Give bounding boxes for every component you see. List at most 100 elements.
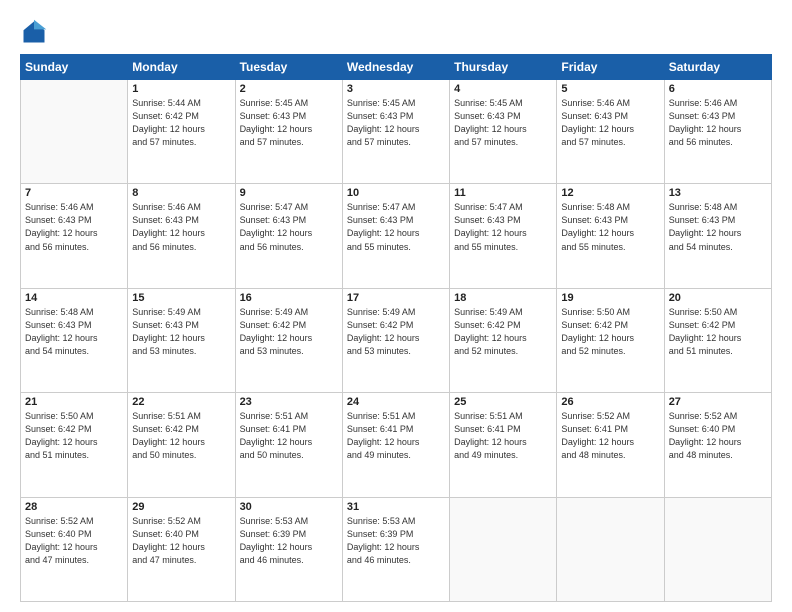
calendar-cell: 29 Sunrise: 5:52 AM Sunset: 6:40 PM Dayli… <box>128 497 235 601</box>
calendar-row-1: 7 Sunrise: 5:46 AM Sunset: 6:43 PM Daylig… <box>21 184 772 288</box>
day-number: 24 <box>347 396 445 408</box>
calendar-cell: 28 Sunrise: 5:52 AM Sunset: 6:40 PM Dayli… <box>21 497 128 601</box>
day-info: Sunrise: 5:51 AM Sunset: 6:42 PM Dayligh… <box>132 410 230 462</box>
day-number: 10 <box>347 187 445 199</box>
calendar-cell: 22Sunrise: 5:51 AM Sunset: 6:42 PM Dayli… <box>128 393 235 497</box>
calendar-body: 1 Sunrise: 5:44 AM Sunset: 6:42 PM Daylig… <box>21 80 772 602</box>
day-info: Sunrise: 5:48 AM Sunset: 6:43 PM Dayligh… <box>561 201 659 253</box>
logo <box>20 18 52 46</box>
calendar-row-4: 28 Sunrise: 5:52 AM Sunset: 6:40 PM Dayli… <box>21 497 772 601</box>
calendar-cell: 5Sunrise: 5:46 AM Sunset: 6:43 PM Daylig… <box>557 80 664 184</box>
calendar-cell: 20Sunrise: 5:50 AM Sunset: 6:42 PM Dayli… <box>664 288 771 392</box>
day-info: Sunrise: 5:49 AM Sunset: 6:42 PM Dayligh… <box>454 306 552 358</box>
header-row: SundayMondayTuesdayWednesdayThursdayFrid… <box>21 55 772 80</box>
calendar-cell: 18 Sunrise: 5:49 AM Sunset: 6:42 PM Dayli… <box>450 288 557 392</box>
calendar-cell: 27 Sunrise: 5:52 AM Sunset: 6:40 PM Dayli… <box>664 393 771 497</box>
calendar-cell: 8 Sunrise: 5:46 AM Sunset: 6:43 PM Daylig… <box>128 184 235 288</box>
day-number: 6 <box>669 83 767 95</box>
day-info: Sunrise: 5:44 AM Sunset: 6:42 PM Dayligh… <box>132 97 230 149</box>
day-number: 21 <box>25 396 123 408</box>
calendar-cell: 25 Sunrise: 5:51 AM Sunset: 6:41 PM Dayli… <box>450 393 557 497</box>
day-number: 15 <box>132 292 230 304</box>
calendar-cell: 14 Sunrise: 5:48 AM Sunset: 6:43 PM Dayli… <box>21 288 128 392</box>
calendar-cell: 11Sunrise: 5:47 AM Sunset: 6:43 PM Dayli… <box>450 184 557 288</box>
day-number: 3 <box>347 83 445 95</box>
day-number: 23 <box>240 396 338 408</box>
day-info: Sunrise: 5:52 AM Sunset: 6:40 PM Dayligh… <box>669 410 767 462</box>
day-number: 30 <box>240 501 338 513</box>
calendar-cell <box>664 497 771 601</box>
calendar-cell: 17 Sunrise: 5:49 AM Sunset: 6:42 PM Dayli… <box>342 288 449 392</box>
header-cell-tuesday: Tuesday <box>235 55 342 80</box>
day-number: 16 <box>240 292 338 304</box>
calendar-cell: 4 Sunrise: 5:45 AM Sunset: 6:43 PM Daylig… <box>450 80 557 184</box>
page: SundayMondayTuesdayWednesdayThursdayFrid… <box>0 0 792 612</box>
logo-icon <box>20 18 48 46</box>
day-number: 2 <box>240 83 338 95</box>
header-cell-saturday: Saturday <box>664 55 771 80</box>
day-info: Sunrise: 5:50 AM Sunset: 6:42 PM Dayligh… <box>25 410 123 462</box>
day-number: 9 <box>240 187 338 199</box>
day-info: Sunrise: 5:52 AM Sunset: 6:40 PM Dayligh… <box>25 515 123 567</box>
day-number: 17 <box>347 292 445 304</box>
day-info: Sunrise: 5:51 AM Sunset: 6:41 PM Dayligh… <box>240 410 338 462</box>
day-info: Sunrise: 5:52 AM Sunset: 6:41 PM Dayligh… <box>561 410 659 462</box>
calendar-cell: 6 Sunrise: 5:46 AM Sunset: 6:43 PM Daylig… <box>664 80 771 184</box>
day-number: 4 <box>454 83 552 95</box>
day-info: Sunrise: 5:45 AM Sunset: 6:43 PM Dayligh… <box>240 97 338 149</box>
day-info: Sunrise: 5:47 AM Sunset: 6:43 PM Dayligh… <box>454 201 552 253</box>
calendar-cell: 30 Sunrise: 5:53 AM Sunset: 6:39 PM Dayli… <box>235 497 342 601</box>
day-number: 29 <box>132 501 230 513</box>
calendar-cell: 12Sunrise: 5:48 AM Sunset: 6:43 PM Dayli… <box>557 184 664 288</box>
day-number: 7 <box>25 187 123 199</box>
day-number: 18 <box>454 292 552 304</box>
day-number: 14 <box>25 292 123 304</box>
day-info: Sunrise: 5:47 AM Sunset: 6:43 PM Dayligh… <box>347 201 445 253</box>
calendar-row-3: 21 Sunrise: 5:50 AM Sunset: 6:42 PM Dayli… <box>21 393 772 497</box>
day-info: Sunrise: 5:49 AM Sunset: 6:42 PM Dayligh… <box>347 306 445 358</box>
day-info: Sunrise: 5:45 AM Sunset: 6:43 PM Dayligh… <box>454 97 552 149</box>
calendar-cell: 26 Sunrise: 5:52 AM Sunset: 6:41 PM Dayli… <box>557 393 664 497</box>
day-info: Sunrise: 5:46 AM Sunset: 6:43 PM Dayligh… <box>25 201 123 253</box>
calendar-cell <box>450 497 557 601</box>
day-number: 28 <box>25 501 123 513</box>
calendar-cell <box>557 497 664 601</box>
day-info: Sunrise: 5:46 AM Sunset: 6:43 PM Dayligh… <box>669 97 767 149</box>
calendar-cell: 9Sunrise: 5:47 AM Sunset: 6:43 PM Daylig… <box>235 184 342 288</box>
day-info: Sunrise: 5:49 AM Sunset: 6:43 PM Dayligh… <box>132 306 230 358</box>
day-info: Sunrise: 5:46 AM Sunset: 6:43 PM Dayligh… <box>132 201 230 253</box>
day-info: Sunrise: 5:49 AM Sunset: 6:42 PM Dayligh… <box>240 306 338 358</box>
calendar-cell: 10 Sunrise: 5:47 AM Sunset: 6:43 PM Dayli… <box>342 184 449 288</box>
header-cell-friday: Friday <box>557 55 664 80</box>
calendar-table: SundayMondayTuesdayWednesdayThursdayFrid… <box>20 54 772 602</box>
calendar-cell: 15 Sunrise: 5:49 AM Sunset: 6:43 PM Dayli… <box>128 288 235 392</box>
calendar-cell: 23 Sunrise: 5:51 AM Sunset: 6:41 PM Dayli… <box>235 393 342 497</box>
calendar-cell: 31 Sunrise: 5:53 AM Sunset: 6:39 PM Dayli… <box>342 497 449 601</box>
calendar-cell: 16 Sunrise: 5:49 AM Sunset: 6:42 PM Dayli… <box>235 288 342 392</box>
calendar-cell: 7 Sunrise: 5:46 AM Sunset: 6:43 PM Daylig… <box>21 184 128 288</box>
calendar-row-2: 14 Sunrise: 5:48 AM Sunset: 6:43 PM Dayli… <box>21 288 772 392</box>
day-info: Sunrise: 5:48 AM Sunset: 6:43 PM Dayligh… <box>25 306 123 358</box>
day-number: 19 <box>561 292 659 304</box>
day-info: Sunrise: 5:51 AM Sunset: 6:41 PM Dayligh… <box>347 410 445 462</box>
day-number: 8 <box>132 187 230 199</box>
header <box>20 18 772 46</box>
day-info: Sunrise: 5:51 AM Sunset: 6:41 PM Dayligh… <box>454 410 552 462</box>
day-number: 26 <box>561 396 659 408</box>
calendar-header: SundayMondayTuesdayWednesdayThursdayFrid… <box>21 55 772 80</box>
day-info: Sunrise: 5:53 AM Sunset: 6:39 PM Dayligh… <box>240 515 338 567</box>
day-number: 25 <box>454 396 552 408</box>
calendar-cell: 24 Sunrise: 5:51 AM Sunset: 6:41 PM Dayli… <box>342 393 449 497</box>
calendar-cell: 2 Sunrise: 5:45 AM Sunset: 6:43 PM Daylig… <box>235 80 342 184</box>
day-number: 31 <box>347 501 445 513</box>
day-info: Sunrise: 5:53 AM Sunset: 6:39 PM Dayligh… <box>347 515 445 567</box>
day-number: 27 <box>669 396 767 408</box>
calendar-cell: 19 Sunrise: 5:50 AM Sunset: 6:42 PM Dayli… <box>557 288 664 392</box>
day-number: 13 <box>669 187 767 199</box>
header-cell-sunday: Sunday <box>21 55 128 80</box>
day-number: 1 <box>132 83 230 95</box>
header-cell-monday: Monday <box>128 55 235 80</box>
day-info: Sunrise: 5:52 AM Sunset: 6:40 PM Dayligh… <box>132 515 230 567</box>
header-cell-wednesday: Wednesday <box>342 55 449 80</box>
day-info: Sunrise: 5:50 AM Sunset: 6:42 PM Dayligh… <box>561 306 659 358</box>
